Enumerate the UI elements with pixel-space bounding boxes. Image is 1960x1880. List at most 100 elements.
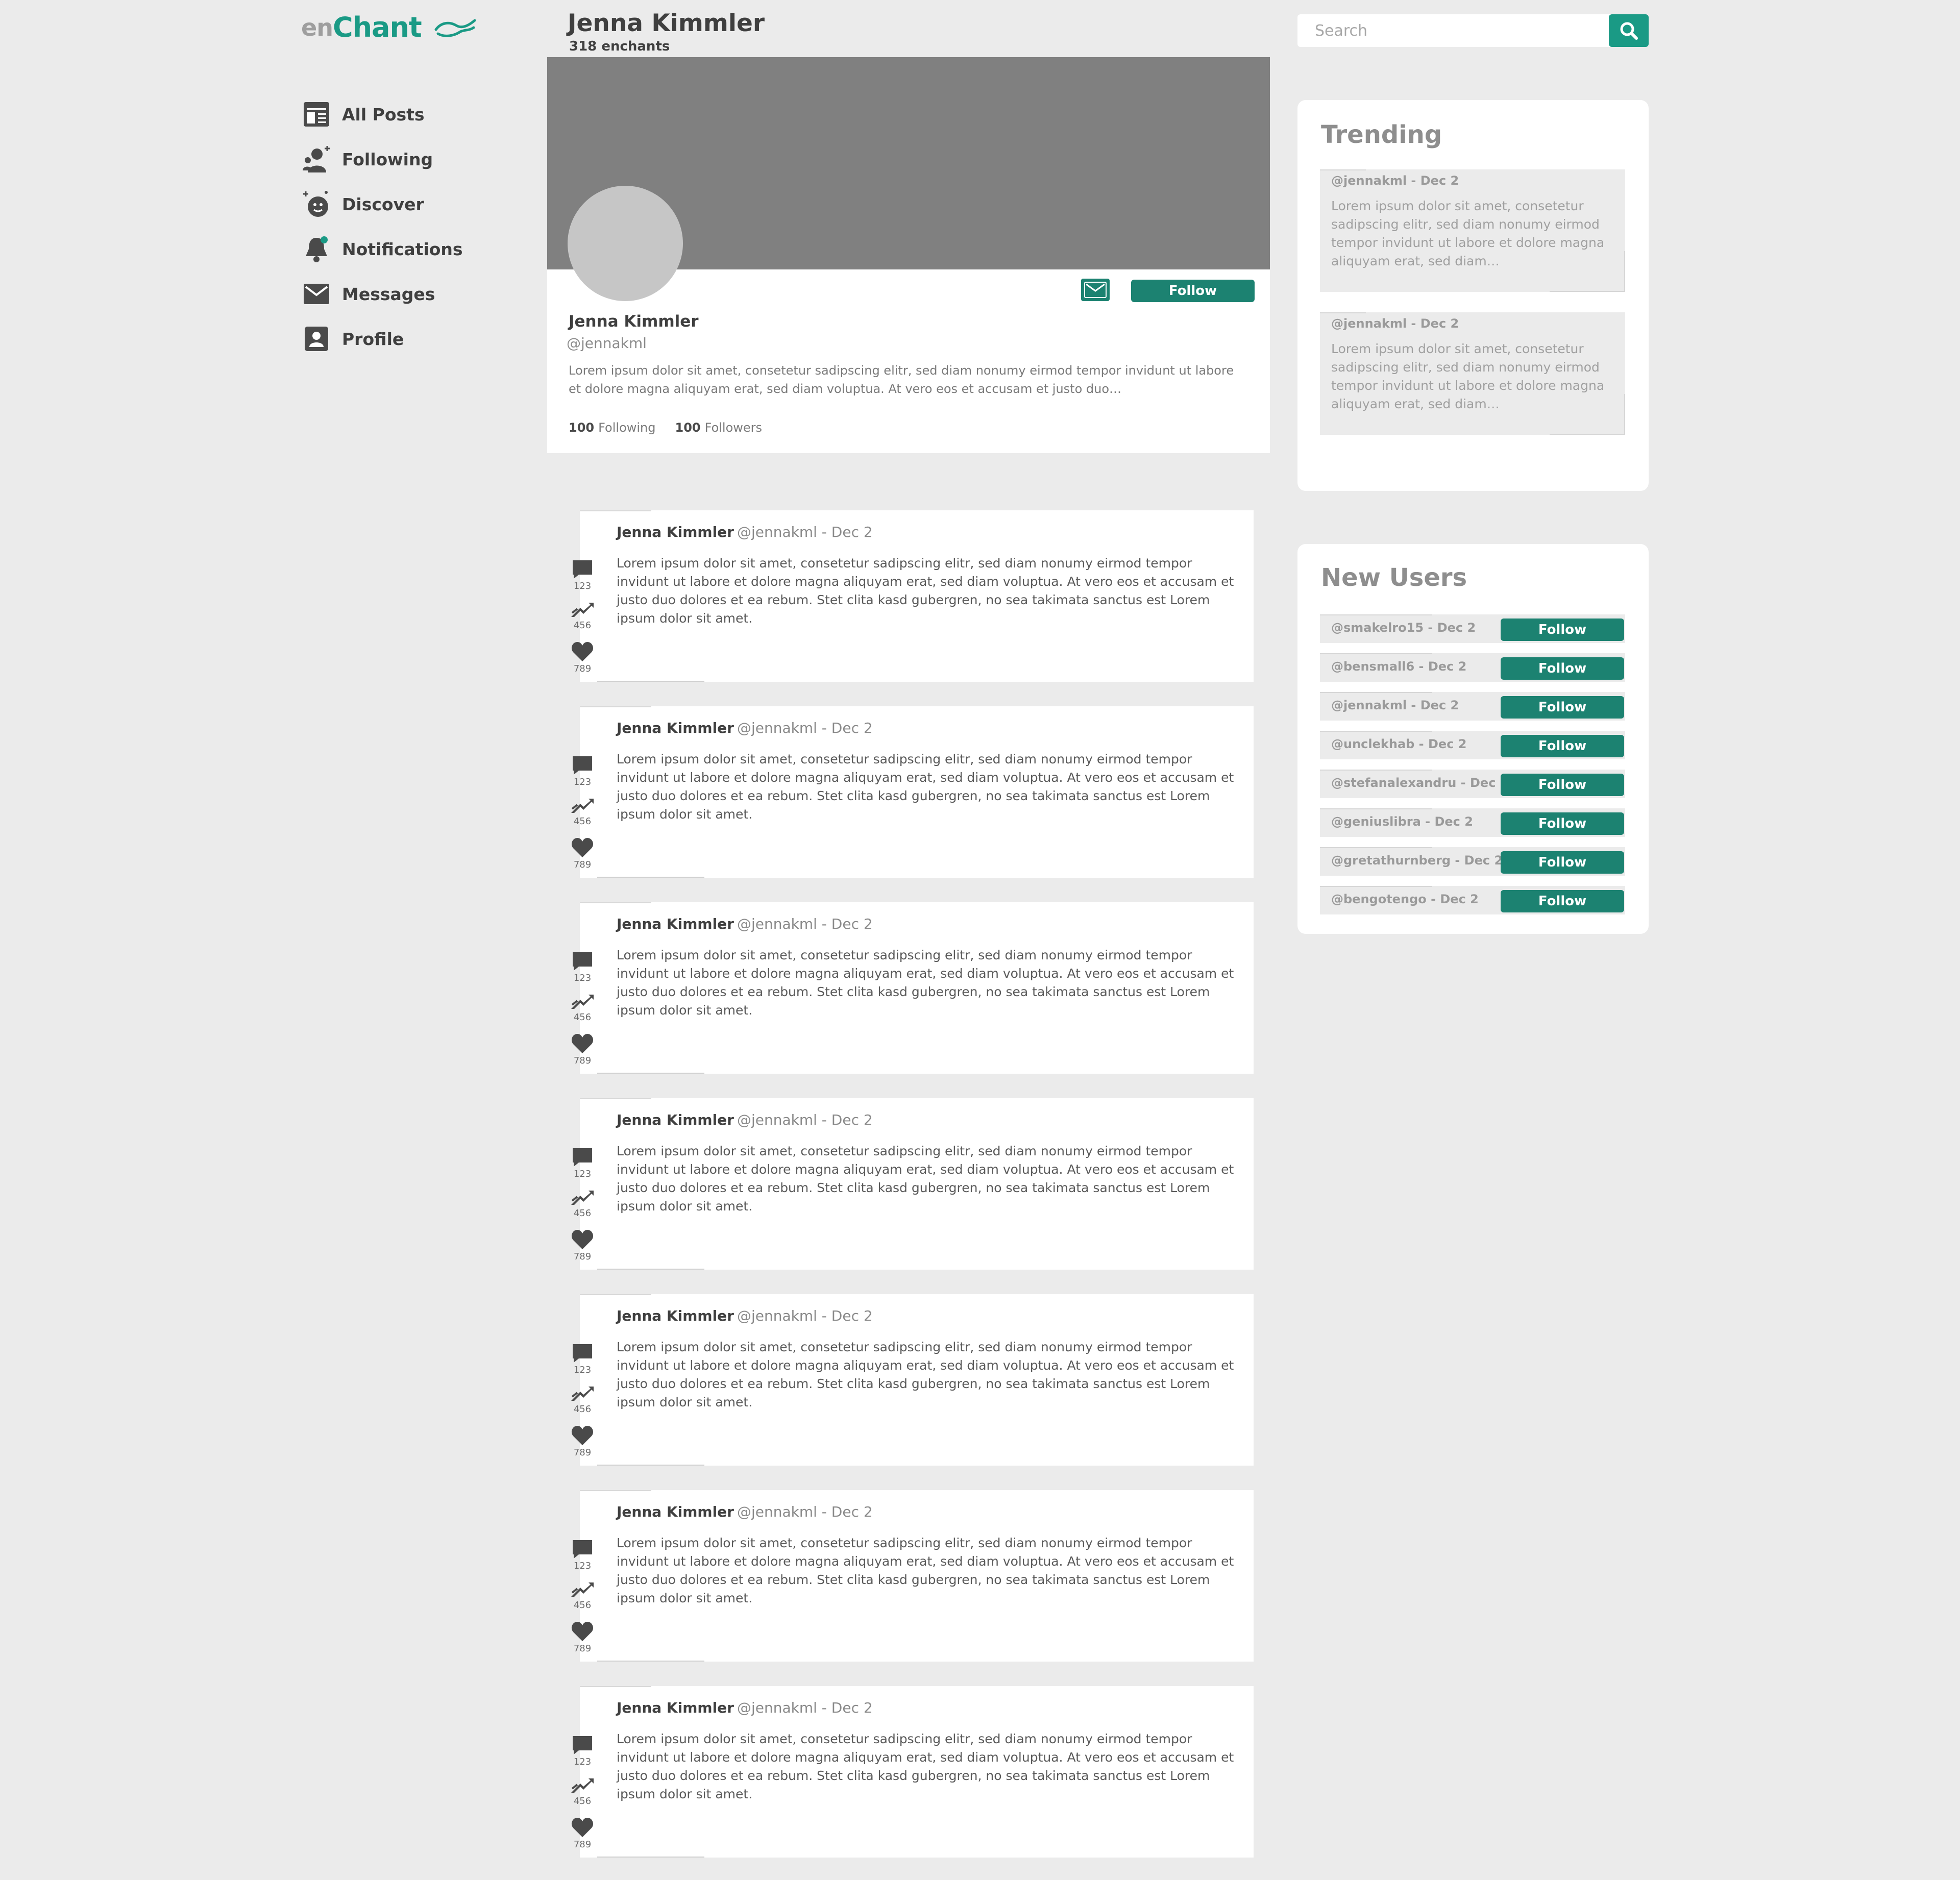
heart-icon (571, 1622, 594, 1641)
like-count: 789 (573, 1643, 592, 1654)
new-user-follow-button[interactable]: Follow (1501, 619, 1624, 641)
repost-button[interactable]: 456 (565, 1190, 600, 1219)
post-card[interactable]: Jenna Kimmler @jennakml - Dec 2 Lorem ips… (571, 1490, 1254, 1662)
search-input[interactable] (1297, 14, 1594, 47)
comment-button[interactable]: 123 (565, 951, 600, 983)
new-user-handle[interactable]: @stefanalexandru - Dec 2 (1331, 776, 1508, 790)
followers-stat[interactable]: 100 Followers (675, 420, 763, 435)
like-button[interactable]: 789 (565, 641, 600, 674)
new-user-handle[interactable]: @geniuslibra - Dec 2 (1331, 814, 1473, 829)
post-author[interactable]: Jenna Kimmler (617, 1307, 734, 1324)
new-user-handle[interactable]: @smakelro15 - Dec 2 (1331, 621, 1476, 635)
comment-icon (573, 1148, 592, 1167)
trending-title: Trending (1321, 120, 1442, 149)
post-meta: @jennakml - Dec 2 (737, 1699, 873, 1716)
trending-item-text: Lorem ipsum dolor sit amet, consetetur s… (1331, 199, 1605, 268)
post-author[interactable]: Jenna Kimmler (617, 916, 734, 932)
comment-button[interactable]: 123 (565, 1539, 600, 1571)
all-posts-icon (301, 99, 332, 130)
followers-count: 100 (675, 420, 701, 435)
like-button[interactable]: 789 (565, 1621, 600, 1654)
comment-button[interactable]: 123 (565, 755, 600, 787)
post-author[interactable]: Jenna Kimmler (617, 524, 734, 540)
nav-item-notifications[interactable]: Notifications (301, 227, 556, 271)
post-card[interactable]: Jenna Kimmler @jennakml - Dec 2 Lorem ips… (571, 510, 1254, 682)
post-author[interactable]: Jenna Kimmler (617, 1699, 734, 1716)
comment-count: 123 (573, 777, 592, 787)
nav-item-messages[interactable]: Messages (301, 271, 556, 316)
new-user-follow-button[interactable]: Follow (1501, 696, 1624, 719)
like-button[interactable]: 789 (565, 1817, 600, 1850)
nav-item-discover[interactable]: Discover (301, 182, 556, 227)
comment-icon (573, 560, 592, 579)
like-button[interactable]: 789 (565, 1425, 600, 1458)
post-card[interactable]: Jenna Kimmler @jennakml - Dec 2 Lorem ips… (571, 706, 1254, 878)
repost-icon (571, 1582, 594, 1597)
message-button[interactable] (1081, 279, 1110, 301)
repost-button[interactable]: 456 (565, 1386, 600, 1415)
post-body: Lorem ipsum dolor sit amet, consetetur s… (617, 948, 1234, 1018)
new-user-handle[interactable]: @bengotengo - Dec 2 (1331, 892, 1479, 906)
heart-icon (571, 1426, 594, 1445)
post-author[interactable]: Jenna Kimmler (617, 1111, 734, 1128)
comment-icon (573, 1540, 592, 1559)
comment-button[interactable]: 123 (565, 1343, 600, 1375)
comment-button[interactable]: 123 (565, 1735, 600, 1767)
post-body: Lorem ipsum dolor sit amet, consetetur s… (617, 1731, 1234, 1801)
repost-icon (571, 995, 594, 1009)
like-button[interactable]: 789 (565, 1033, 600, 1066)
like-button[interactable]: 789 (565, 1229, 600, 1262)
repost-button[interactable]: 456 (565, 994, 600, 1023)
repost-count: 456 (573, 620, 592, 631)
new-user-follow-button[interactable]: Follow (1501, 735, 1624, 757)
post-author[interactable]: Jenna Kimmler (617, 1503, 734, 1520)
new-user-follow-button[interactable]: Follow (1501, 851, 1624, 874)
new-user-handle[interactable]: @bensmall6 - Dec 2 (1331, 659, 1466, 674)
repost-button[interactable]: 456 (565, 798, 600, 827)
new-users-title: New Users (1321, 563, 1467, 592)
trending-item-text: Lorem ipsum dolor sit amet, consetetur s… (1331, 341, 1605, 411)
heart-icon (571, 1230, 594, 1249)
post-body: Lorem ipsum dolor sit amet, consetetur s… (617, 1144, 1234, 1214)
comment-icon (573, 1344, 592, 1363)
repost-button[interactable]: 456 (565, 602, 600, 631)
post-author[interactable]: Jenna Kimmler (617, 720, 734, 736)
search-button[interactable] (1609, 14, 1649, 47)
nav-item-all-posts[interactable]: All Posts (301, 92, 556, 137)
new-users-widget: New Users @smakelro15 - Dec 2 Follow @be… (1297, 544, 1649, 934)
repost-count: 456 (573, 1012, 592, 1023)
following-count: 100 (569, 420, 595, 435)
comment-button[interactable]: 123 (565, 559, 600, 591)
repost-button[interactable]: 456 (565, 1777, 600, 1807)
new-user-follow-button[interactable]: Follow (1501, 812, 1624, 835)
repost-count: 456 (573, 816, 592, 827)
repost-button[interactable]: 456 (565, 1581, 600, 1611)
following-stat[interactable]: 100 Following (569, 420, 656, 435)
post-meta: @jennakml - Dec 2 (737, 916, 873, 932)
post-card[interactable]: Jenna Kimmler @jennakml - Dec 2 Lorem ips… (571, 1686, 1254, 1858)
new-user-handle[interactable]: @gretathurnberg - Dec 2 (1331, 853, 1503, 868)
new-user-follow-button[interactable]: Follow (1501, 657, 1624, 680)
like-button[interactable]: 789 (565, 837, 600, 870)
comment-count: 123 (573, 1169, 592, 1179)
post-card[interactable]: Jenna Kimmler @jennakml - Dec 2 Lorem ips… (571, 1098, 1254, 1270)
profile-avatar[interactable] (568, 186, 683, 301)
repost-count: 456 (573, 1600, 592, 1611)
repost-count: 456 (573, 1796, 592, 1807)
follow-button[interactable]: Follow (1131, 280, 1255, 302)
new-user-row: @stefanalexandru - Dec 2 Follow (1320, 770, 1625, 798)
envelope-icon (301, 279, 332, 309)
new-user-follow-button[interactable]: Follow (1501, 890, 1624, 912)
app-logo[interactable]: en Chant (301, 11, 477, 43)
nav-item-following[interactable]: Following (301, 137, 556, 182)
trending-item[interactable]: @jennakml - Dec 2 Lorem ipsum dolor sit … (1320, 312, 1625, 435)
new-user-handle[interactable]: @jennakml - Dec 2 (1331, 698, 1459, 712)
post-card[interactable]: Jenna Kimmler @jennakml - Dec 2 Lorem ips… (571, 1294, 1254, 1466)
post-card[interactable]: Jenna Kimmler @jennakml - Dec 2 Lorem ips… (571, 902, 1254, 1074)
new-user-handle[interactable]: @unclekhab - Dec 2 (1331, 737, 1466, 751)
new-user-follow-button[interactable]: Follow (1501, 774, 1624, 796)
nav-item-profile[interactable]: Profile (301, 316, 556, 361)
comment-button[interactable]: 123 (565, 1147, 600, 1179)
followers-label: Followers (704, 420, 763, 435)
trending-item[interactable]: @jennakml - Dec 2 Lorem ipsum dolor sit … (1320, 169, 1625, 292)
